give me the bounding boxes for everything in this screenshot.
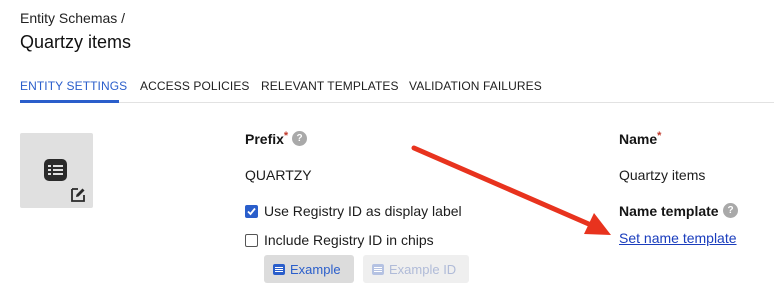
page-title: Quartzy items <box>20 32 132 52</box>
required-mark: * <box>657 130 662 142</box>
tab-bar: ENTITY SETTINGS ACCESS POLICIES RELEVANT… <box>0 66 774 104</box>
include-registry-id-checkbox[interactable]: Include Registry ID in chips <box>245 231 434 249</box>
breadcrumb[interactable]: Entity Schemas / <box>20 10 125 26</box>
checkbox-unchecked-icon[interactable] <box>245 233 258 247</box>
list-icon <box>44 159 67 181</box>
tab-validation-failures[interactable]: VALIDATION FAILURES <box>409 79 542 93</box>
prefix-label: Prefix* <box>245 130 289 147</box>
tab-divider <box>20 102 774 103</box>
tab-entity-settings[interactable]: ENTITY SETTINGS <box>20 79 127 93</box>
list-icon <box>273 263 285 275</box>
help-icon[interactable]: ? <box>292 131 307 146</box>
example-id-button-label: Example ID <box>389 261 457 277</box>
name-value: Quartzy items <box>619 167 706 183</box>
tab-relevant-templates[interactable]: RELEVANT TEMPLATES <box>261 79 399 93</box>
name-label-text: Name <box>619 131 658 147</box>
name-template-label: Name template <box>619 203 719 219</box>
tab-access-policies[interactable]: ACCESS POLICIES <box>140 79 250 93</box>
use-registry-id-label: Use Registry ID as display label <box>264 203 462 219</box>
checkbox-checked-icon[interactable] <box>245 204 258 218</box>
set-name-template-link[interactable]: Set name template <box>619 230 737 246</box>
example-button[interactable]: Example <box>264 255 354 283</box>
include-registry-id-label: Include Registry ID in chips <box>264 232 434 248</box>
example-button-label: Example <box>290 261 341 277</box>
active-tab-indicator <box>20 100 119 103</box>
list-icon <box>372 263 384 275</box>
required-mark: * <box>283 130 289 142</box>
prefix-value: QUARTZY <box>245 167 312 183</box>
name-label: Name* <box>619 130 662 147</box>
example-id-button[interactable]: Example ID <box>363 255 469 283</box>
entity-icon-tile <box>20 133 93 208</box>
help-icon[interactable]: ? <box>723 203 738 218</box>
use-registry-id-checkbox[interactable]: Use Registry ID as display label <box>245 202 462 220</box>
edit-icon[interactable] <box>69 186 87 204</box>
prefix-label-text: Prefix <box>245 131 284 147</box>
